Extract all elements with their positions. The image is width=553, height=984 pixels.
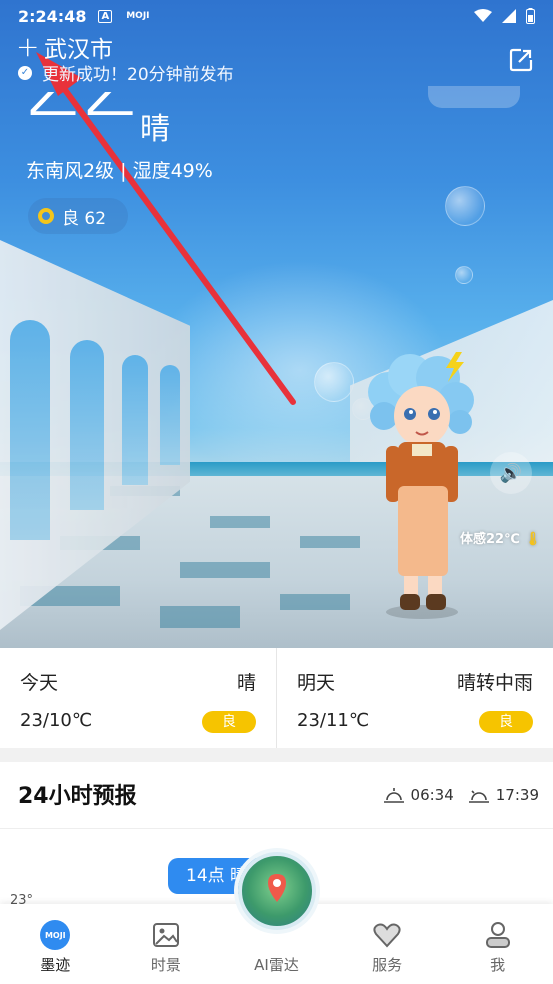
sunrise-time: 06:34 [410, 786, 454, 804]
aqi-chip[interactable]: 良 62 [28, 198, 129, 234]
day-aqi-badge: 良 [479, 711, 533, 733]
day-condition: 晴转中雨 [456, 672, 533, 694]
current-condition: 晴 [140, 112, 170, 147]
nav-item-moji[interactable]: MOJI 墨迹 [0, 904, 111, 984]
status-bar: 2:24:48 A MOJI [0, 0, 553, 32]
day-condition: 晴 [236, 672, 256, 694]
nav-label: 服务 [372, 956, 403, 974]
nav-item-me[interactable]: 我 [442, 904, 553, 984]
share-icon[interactable] [507, 46, 535, 74]
current-temperature: 22 [24, 92, 134, 136]
wifi-icon [474, 9, 492, 22]
nav-label: 墨迹 [40, 956, 71, 974]
screen: 2:24:48 A MOJI + 武汉市 ✓ 更新成功！20分钟前发布 22 晴… [0, 0, 553, 984]
day-aqi-badge: 良 [202, 711, 256, 733]
aqi-label: 良 62 [62, 208, 107, 229]
a-indicator-icon: A [98, 9, 113, 23]
sunset-icon [468, 790, 489, 803]
add-city-button[interactable]: + [16, 33, 39, 61]
sunrise-icon [383, 788, 404, 803]
nav-label: AI雷达 [254, 956, 299, 974]
moji-logo-icon: MOJI [40, 920, 71, 950]
bubble-decor [445, 186, 485, 226]
update-status: ✓ 更新成功！20分钟前发布 [18, 60, 234, 85]
ai-radar-button[interactable] [238, 852, 316, 930]
section-divider [0, 748, 553, 762]
day-temperature: 23/11℃ [297, 710, 370, 731]
day-card-tomorrow[interactable]: 明天 晴转中雨 23/11℃ 良 [276, 648, 553, 748]
nav-item-scenery[interactable]: 时景 [111, 904, 222, 984]
top-pill-decor [428, 86, 520, 108]
status-time: 2:24:48 [18, 6, 87, 26]
day-temperature: 23/10℃ [20, 710, 93, 731]
city-selector[interactable]: + 武汉市 [16, 30, 113, 64]
photo-icon [152, 923, 179, 947]
forecast-divider [0, 828, 553, 829]
wind-humidity: 东南风2级 | 湿度49% [26, 160, 213, 182]
aqi-ring-icon [38, 208, 54, 224]
nav-label: 我 [490, 956, 506, 974]
day-card-today[interactable]: 今天 晴 23/10℃ 良 [0, 648, 276, 748]
daily-summary: 今天 晴 23/10℃ 良 明天 晴转中雨 23/11℃ 良 [0, 648, 553, 748]
forecast-title: 24小时预报 [18, 784, 137, 809]
update-status-text: 更新成功！20分钟前发布 [42, 65, 234, 85]
battery-icon [526, 8, 535, 24]
mascot-character[interactable] [360, 350, 480, 625]
speaker-icon: 🔊 [499, 462, 523, 484]
user-icon [485, 922, 510, 948]
signal-icon [502, 9, 516, 23]
feels-like: 体感22℃ 🌡 [460, 532, 541, 547]
moji-indicator-icon: MOJI [126, 10, 150, 21]
radar-icon [268, 874, 286, 902]
sound-button[interactable]: 🔊 [490, 452, 532, 494]
bubble-decor [455, 266, 473, 284]
thermometer-icon: 🌡 [524, 532, 541, 547]
city-name[interactable]: 武汉市 [44, 30, 113, 64]
sun-times: 06:34 17:39 [383, 786, 539, 804]
heart-icon [373, 923, 401, 948]
day-name: 今天 [20, 672, 59, 694]
sunset-time: 17:39 [495, 786, 539, 804]
nav-item-services[interactable]: 服务 [332, 904, 443, 984]
bubble-decor [314, 362, 354, 402]
check-icon: ✓ [18, 65, 32, 80]
nav-label: 时景 [150, 956, 181, 974]
day-name: 明天 [297, 672, 336, 694]
